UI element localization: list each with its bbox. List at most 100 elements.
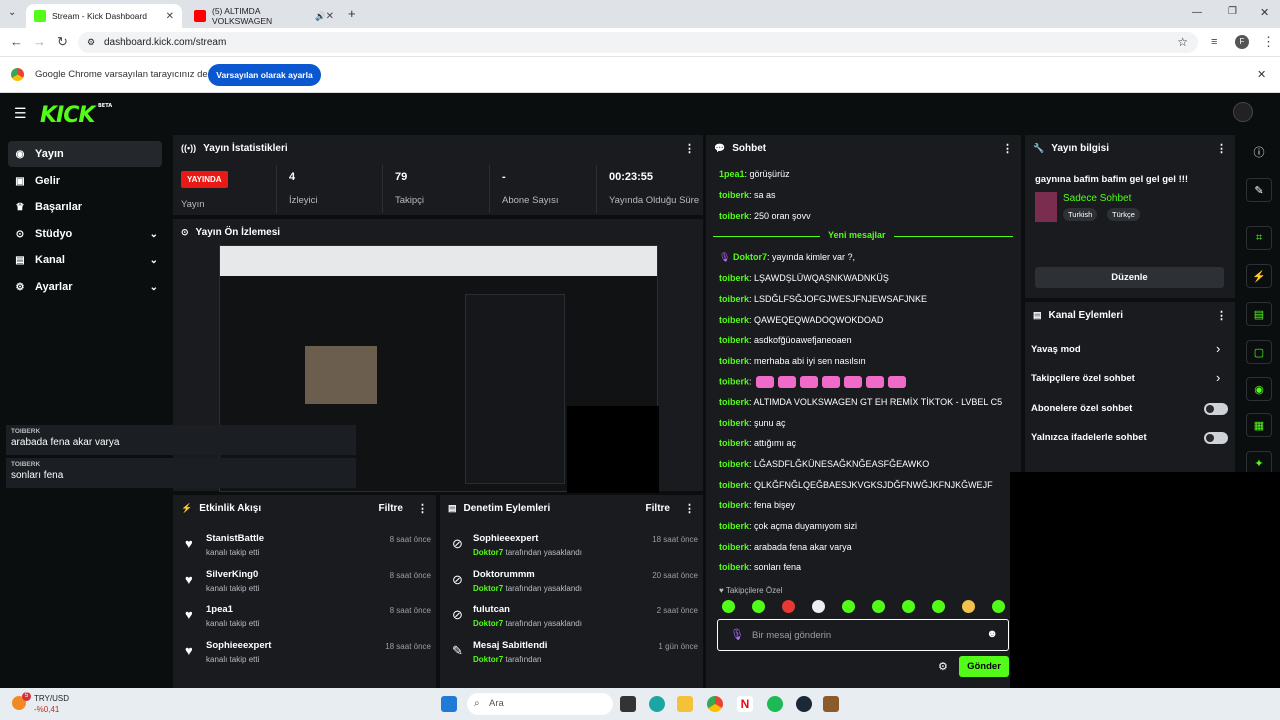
new-messages-label: Yeni mesajlar xyxy=(820,230,894,240)
emote-icon[interactable] xyxy=(962,600,975,613)
emote-icon[interactable] xyxy=(872,600,885,613)
search-icon: ⌕ xyxy=(474,698,480,709)
chat-icon[interactable]: ▢ xyxy=(1246,340,1272,364)
broadcast-icon[interactable]: ◉ xyxy=(1246,377,1272,401)
netflix-icon[interactable]: N xyxy=(737,696,753,712)
stat-label: Yayın xyxy=(181,199,205,210)
slow-mode-item[interactable]: Yavaş mod xyxy=(1031,344,1081,355)
more-options-icon[interactable]: ⋮ xyxy=(1002,142,1013,155)
bookmark-star-icon[interactable]: ☆ xyxy=(1177,32,1188,53)
taskbar-search[interactable]: ⌕ Ara xyxy=(467,693,613,715)
database-icon[interactable]: ▦ xyxy=(1246,413,1272,437)
emote-icon[interactable] xyxy=(992,600,1005,613)
list-item: ⊘ Doktorummm Doktor7 tarafından yasaklandı… xyxy=(452,569,698,593)
emote-icon[interactable] xyxy=(782,600,795,613)
youtube-favicon-icon xyxy=(194,10,206,22)
edge-icon[interactable] xyxy=(649,696,665,712)
chrome-icon[interactable] xyxy=(707,696,723,712)
chat-message-input[interactable]: 🎙 Bir mesaj gönderin ☻ xyxy=(717,619,1009,651)
stat-value: - xyxy=(502,171,506,183)
sidebar-item-ayarlar[interactable]: ⚙ Ayarlar ⌄ xyxy=(8,274,162,300)
sidebar-item-label: Stüdyo xyxy=(35,228,73,240)
subscribers-only-chat-item: Abonelere özel sohbet xyxy=(1031,403,1133,414)
category-name[interactable]: Sadece Sohbet xyxy=(1063,193,1131,204)
back-icon[interactable]: ← xyxy=(10,35,23,49)
emoji-icon[interactable]: ☻ xyxy=(986,628,998,640)
lightning-icon[interactable]: ⚡ xyxy=(1246,264,1272,288)
reload-icon[interactable]: ↻ xyxy=(57,35,68,49)
chat-message: toiberk: çok açma duyamıyom sizi xyxy=(719,521,858,531)
qr-scan-icon[interactable]: ⌗ xyxy=(1246,226,1272,250)
chat-message: toiberk: ALTIMDA VOLKSWAGEN GT EH REMİX … xyxy=(719,397,1003,407)
emotes-only-toggle[interactable] xyxy=(1204,432,1228,444)
windows-start-icon[interactable] xyxy=(441,696,457,712)
chevron-right-icon[interactable]: › xyxy=(1216,341,1220,356)
more-options-icon[interactable]: ⋮ xyxy=(417,502,428,515)
lightning-icon: ⚡ xyxy=(181,502,193,513)
overlay-message: sonları fena xyxy=(11,470,64,481)
sidebar-item-gelir[interactable]: ▣ Gelir xyxy=(8,168,162,194)
ban-icon: ⊘ xyxy=(452,607,463,622)
site-info-icon[interactable]: ⚙ xyxy=(87,32,95,53)
kick-logo[interactable]: KICK BETA xyxy=(40,103,112,128)
ticker-label[interactable]: TRY/USD xyxy=(34,694,69,703)
game-app-icon[interactable] xyxy=(823,696,839,712)
sidebar-item-studyo[interactable]: ⊙ Stüdyo ⌄ xyxy=(8,221,162,247)
filter-button[interactable]: Filtre xyxy=(379,503,403,514)
close-icon[interactable]: ✕ xyxy=(166,11,174,22)
emote-icon[interactable] xyxy=(932,600,945,613)
close-window-button[interactable]: ✕ xyxy=(1260,6,1269,19)
live-badge: YAYINDA xyxy=(181,171,228,188)
emote-icon[interactable] xyxy=(902,600,915,613)
spotify-icon[interactable] xyxy=(767,696,783,712)
media-control-icon[interactable]: ≡ xyxy=(1211,35,1217,49)
more-options-icon[interactable]: ⋮ xyxy=(1216,309,1227,322)
emote-icon[interactable] xyxy=(752,600,765,613)
chat-settings-icon[interactable]: ⚙ xyxy=(938,660,948,673)
studio-icon: ⊙ xyxy=(15,228,25,240)
subscribers-only-toggle[interactable] xyxy=(1204,403,1228,415)
profile-avatar[interactable]: F xyxy=(1235,35,1249,49)
tab-kick-dashboard[interactable]: Stream - Kick Dashboard ✕ xyxy=(26,4,182,28)
document-icon[interactable]: ▤ xyxy=(1246,302,1272,326)
close-icon[interactable]: ✕ xyxy=(1257,68,1266,81)
maximize-button[interactable]: ❐ xyxy=(1228,6,1237,17)
tab-search-icon[interactable]: ⌄ xyxy=(8,7,16,18)
emote-icon[interactable] xyxy=(842,600,855,613)
followers-only-chat-item[interactable]: Takipçilere özel sohbet xyxy=(1031,373,1135,384)
url-field[interactable]: ⚙ dashboard.kick.com/stream ☆ xyxy=(78,32,1198,53)
emote-icon[interactable] xyxy=(812,600,825,613)
edit-button[interactable]: Düzenle xyxy=(1035,267,1224,288)
tab-youtube[interactable]: (5) ALTIMDA VOLKSWAGEN 🔊 ✕ xyxy=(186,4,342,28)
chevron-right-icon[interactable]: › xyxy=(1216,370,1220,385)
set-default-button[interactable]: Varsayılan olarak ayarla xyxy=(208,64,321,86)
sidebar-item-yayin[interactable]: ◉ Yayın xyxy=(8,141,162,167)
emote-icon xyxy=(865,376,884,388)
file-explorer-icon[interactable] xyxy=(677,696,693,712)
sidebar-item-kanal[interactable]: ▤ Kanal ⌄ xyxy=(8,247,162,273)
close-icon[interactable]: ✕ xyxy=(326,11,334,22)
emote-icon[interactable] xyxy=(722,600,735,613)
hamburger-menu-icon[interactable]: ☰ xyxy=(14,105,27,122)
more-options-icon[interactable]: ⋮ xyxy=(1216,142,1227,155)
moderation-panel: ▤ Denetim Eylemleri Filtre ⋮ ⊘ Sophieeexpert… xyxy=(440,495,703,688)
more-options-icon[interactable]: ⋮ xyxy=(684,142,695,155)
panel-header: ⊙ Yayın Ön İzlemesi xyxy=(173,219,703,245)
forward-icon[interactable]: → xyxy=(33,35,46,49)
user-avatar[interactable] xyxy=(1233,102,1253,122)
panel-header: 🔧 Yayın bilgisi ⋮ xyxy=(1025,135,1235,161)
send-button[interactable]: Gönder xyxy=(959,656,1009,677)
info-icon[interactable]: ⓘ xyxy=(1246,140,1272,164)
stat-subscribers: - Abone Sayısı xyxy=(490,165,597,213)
taskview-icon[interactable] xyxy=(620,696,636,712)
more-options-icon[interactable]: ⋮ xyxy=(684,502,695,515)
filter-button[interactable]: Filtre xyxy=(646,503,670,514)
edit-icon[interactable]: ✎ xyxy=(1246,178,1272,202)
preview-webcam xyxy=(305,346,377,404)
sidebar-item-basarilar[interactable]: ♛ Başarılar xyxy=(8,194,162,220)
new-tab-button[interactable]: + xyxy=(348,6,356,21)
minimize-button[interactable]: — xyxy=(1192,7,1202,18)
browser-menu-icon[interactable]: ⋮ xyxy=(1262,35,1275,49)
steam-icon[interactable] xyxy=(796,696,812,712)
chrome-logo-icon xyxy=(11,68,24,81)
